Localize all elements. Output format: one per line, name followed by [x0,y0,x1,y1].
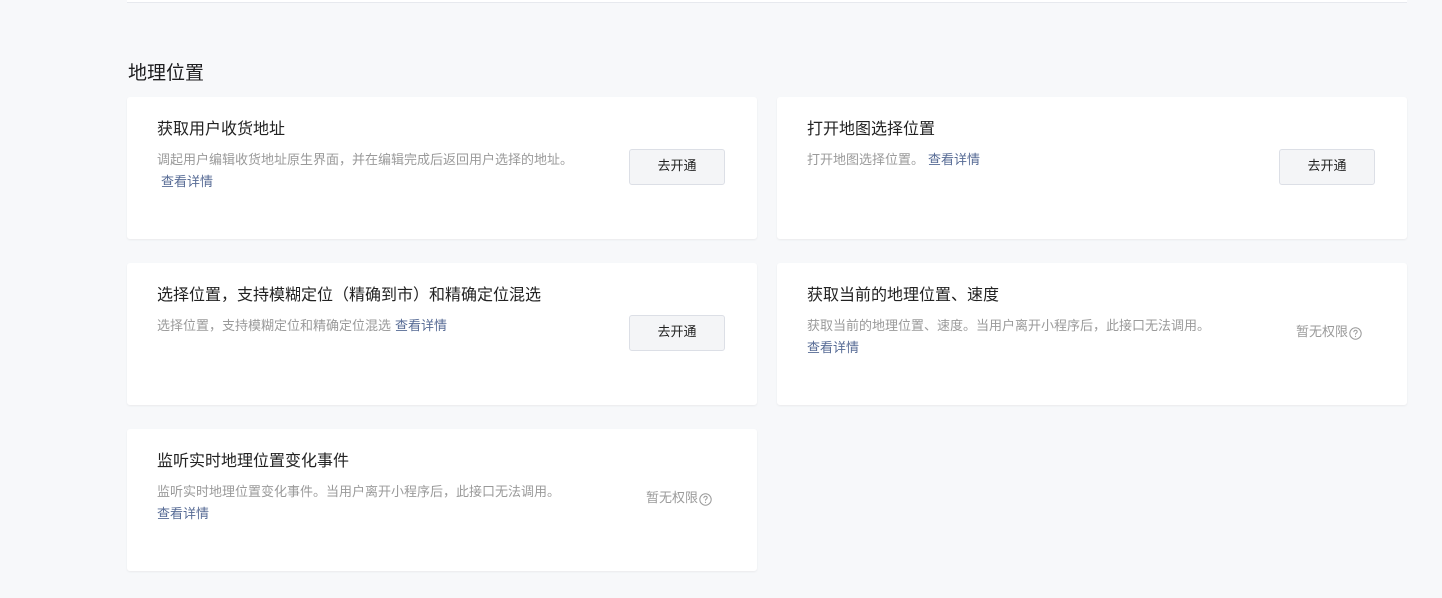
card-on-location-change: 监听实时地理位置变化事件 监听实时地理位置变化事件。当用户离开小程序后，此接口无… [127,429,757,571]
no-permission-label: 暂无权限 [645,491,698,506]
card-description: 打开地图选择位置。 查看详情 [807,150,1237,172]
no-permission-status: 暂无权限 [646,488,712,510]
view-details-link[interactable]: 查看详情 [928,153,980,168]
card-open-map-choose-location: 打开地图选择位置 打开地图选择位置。 查看详情 去开通 [777,97,1407,239]
card-description-text: 调起用户编辑收货地址原生界面，并在编辑完成后返回用户选择的地址。 [157,153,574,168]
previous-section-card-edge [127,0,1407,3]
card-description-text: 选择位置，支持模糊定位和精确定位混选 [157,319,392,334]
card-title: 获取用户收货地址 [157,119,286,138]
card-description: 选择位置，支持模糊定位和精确定位混选 查看详情 [157,316,587,338]
section-title: 地理位置 [128,62,205,84]
card-title: 监听实时地理位置变化事件 [157,451,350,470]
view-details-link[interactable]: 查看详情 [157,507,209,522]
card-description: 获取当前的地理位置、速度。当用户离开小程序后，此接口无法调用。 查看详情 [807,316,1247,360]
card-get-shipping-address: 获取用户收货地址 调起用户编辑收货地址原生界面，并在编辑完成后返回用户选择的地址… [127,97,757,239]
no-permission-label: 暂无权限 [1295,325,1348,340]
card-title: 选择位置，支持模糊定位（精确到市）和精确定位混选 [157,285,542,304]
enable-button[interactable]: 去开通 [629,149,725,185]
card-description: 调起用户编辑收货地址原生界面，并在编辑完成后返回用户选择的地址。查看详情 [157,150,587,194]
card-title: 打开地图选择位置 [807,119,936,138]
card-description-text: 获取当前的地理位置、速度。当用户离开小程序后，此接口无法调用。 [807,319,1211,334]
question-circle-icon[interactable] [1349,326,1362,340]
view-details-link[interactable]: 查看详情 [807,341,859,356]
no-permission-status: 暂无权限 [1296,322,1362,344]
enable-button[interactable]: 去开通 [629,315,725,351]
view-details-link[interactable]: 查看详情 [395,319,447,334]
card-description-text: 打开地图选择位置。 [807,153,925,168]
card-description-text: 监听实时地理位置变化事件。当用户离开小程序后，此接口无法调用。 [157,485,561,500]
card-get-location-speed: 获取当前的地理位置、速度 获取当前的地理位置、速度。当用户离开小程序后，此接口无… [777,263,1407,405]
question-circle-icon[interactable] [699,492,712,506]
view-details-link[interactable]: 查看详情 [161,175,213,190]
enable-button[interactable]: 去开通 [1279,149,1375,185]
card-choose-location-fuzzy: 选择位置，支持模糊定位（精确到市）和精确定位混选 选择位置，支持模糊定位和精确定… [127,263,757,405]
card-description: 监听实时地理位置变化事件。当用户离开小程序后，此接口无法调用。 查看详情 [157,482,587,526]
card-title: 获取当前的地理位置、速度 [807,285,1000,304]
